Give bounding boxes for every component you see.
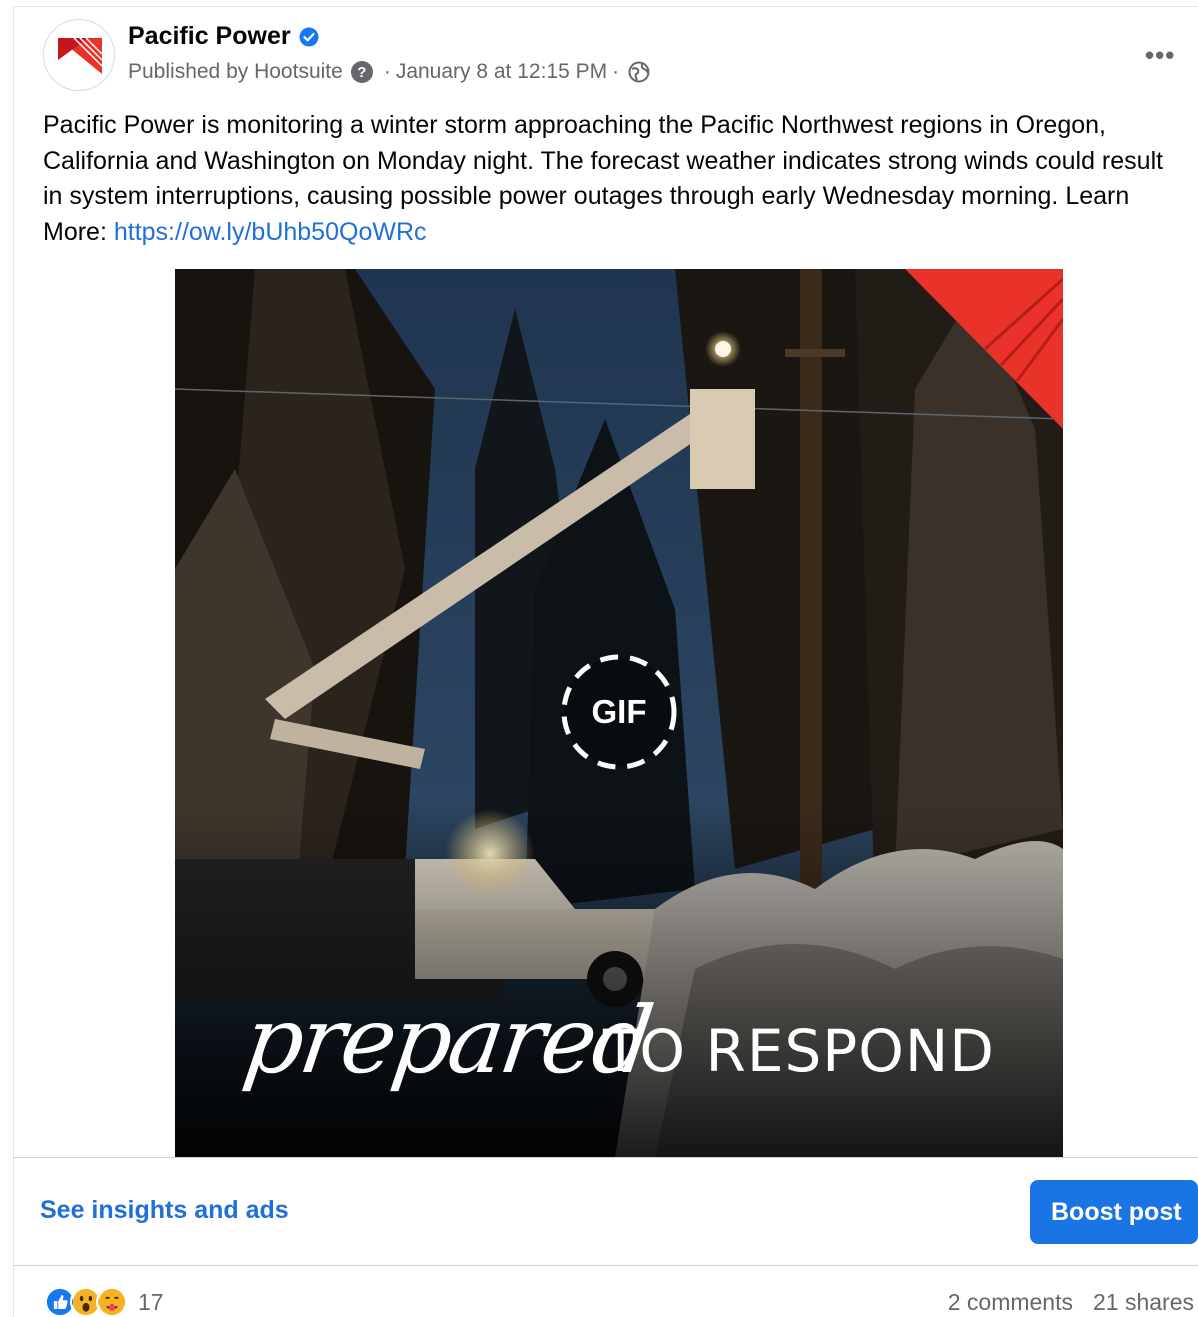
post-meta: Published by Hootsuite ? · January 8 at … xyxy=(128,60,650,84)
pacific-power-logo-icon xyxy=(58,37,103,74)
post-stats: 2 comments 21 shares xyxy=(948,1289,1194,1316)
shares-count[interactable]: 21 shares xyxy=(1093,1289,1194,1316)
meta-separator: · xyxy=(612,60,620,83)
divider xyxy=(13,1157,1198,1158)
more-options-button[interactable]: ••• xyxy=(1145,40,1175,71)
tagline-script: prepared xyxy=(237,987,657,1094)
divider xyxy=(13,1265,1198,1266)
comments-count[interactable]: 2 comments xyxy=(948,1289,1073,1316)
page-avatar[interactable] xyxy=(43,19,115,91)
post-gif[interactable]: GIF prepared TO RESPOND xyxy=(175,269,1063,1157)
see-insights-link[interactable]: See insights and ads xyxy=(40,1196,289,1225)
care-reaction-icon xyxy=(96,1286,128,1317)
post-link[interactable]: https://ow.ly/bUhb50QoWRc xyxy=(114,218,427,246)
globe-icon[interactable] xyxy=(628,61,650,83)
published-by: Published by Hootsuite xyxy=(128,60,343,83)
post-text: Pacific Power is monitoring a winter sto… xyxy=(43,108,1183,250)
reactions-summary[interactable]: 17 xyxy=(44,1286,164,1317)
meta-separator: · xyxy=(383,60,391,83)
gif-label: GIF xyxy=(591,693,647,730)
tagline-caps: TO RESPOND xyxy=(603,1017,995,1085)
page-name[interactable]: Pacific Power xyxy=(128,22,291,51)
help-icon[interactable]: ? xyxy=(350,61,373,83)
boost-post-button[interactable]: Boost post xyxy=(1030,1180,1198,1244)
post-date[interactable]: January 8 at 12:15 PM xyxy=(396,60,607,84)
verified-badge-icon xyxy=(299,27,319,47)
reaction-count: 17 xyxy=(138,1288,164,1315)
